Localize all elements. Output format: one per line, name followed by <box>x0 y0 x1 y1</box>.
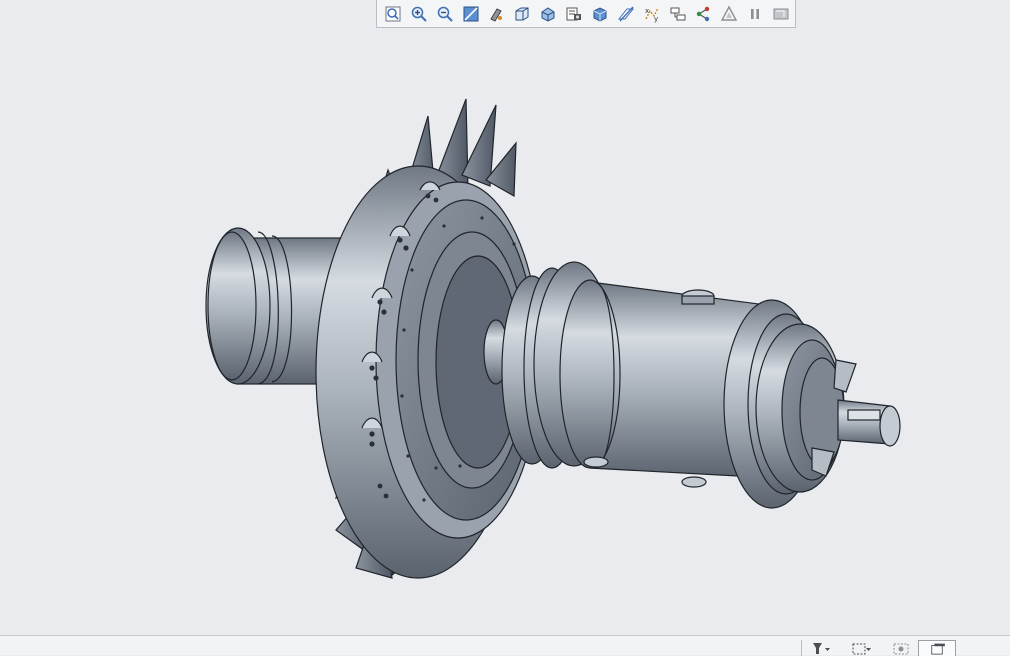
appearance-button[interactable] <box>717 3 741 25</box>
tree-connect-button[interactable] <box>692 3 716 25</box>
zoom-in-button[interactable] <box>407 3 431 25</box>
graphics-toolbar: xy <box>376 0 796 28</box>
annotation-display-icon: xy <box>645 7 659 23</box>
display-style-icon <box>490 7 503 22</box>
pause-button[interactable] <box>743 3 767 25</box>
smart-select-icon <box>893 643 909 655</box>
hide-toolbar-button[interactable] <box>769 3 793 25</box>
filter-dropdown-button[interactable] <box>810 640 832 656</box>
hide-toolbar-icon <box>773 8 789 19</box>
standard-orientation-button[interactable] <box>510 3 534 25</box>
refit-view-button[interactable] <box>381 3 405 25</box>
annotation-display-button[interactable]: xy <box>640 3 664 25</box>
svg-text:y: y <box>654 15 658 23</box>
datum-display-button[interactable] <box>614 3 638 25</box>
standard-orientation-icon <box>515 7 529 20</box>
graphics-viewport[interactable] <box>0 29 1010 635</box>
section-view-icon <box>593 6 607 22</box>
smart-select-button[interactable] <box>890 640 912 656</box>
appearance-icon <box>721 5 738 21</box>
display-style-button[interactable] <box>485 3 509 25</box>
view-manager-icon <box>566 7 582 20</box>
section-view-button[interactable] <box>588 3 612 25</box>
status-bar <box>0 635 1010 656</box>
saved-views-icon <box>541 6 555 22</box>
svg-text:x: x <box>645 7 649 15</box>
zoom-out-icon <box>437 6 453 22</box>
refit-view-icon <box>385 6 401 21</box>
status-divider <box>801 640 802 656</box>
zoom-in-icon <box>411 6 427 22</box>
repaint-icon <box>463 6 479 21</box>
spin-center-button[interactable] <box>666 3 690 25</box>
output-shaft[interactable] <box>837 399 901 447</box>
graphics-window-icon <box>931 643 945 655</box>
view-manager-button[interactable] <box>562 3 586 25</box>
saved-views-button[interactable] <box>536 3 560 25</box>
selection-box-icon <box>852 643 871 655</box>
repaint-button[interactable] <box>459 3 483 25</box>
selection-box-button[interactable] <box>850 640 872 656</box>
rotor-shaft-model[interactable] <box>0 29 1010 635</box>
tree-connect-icon <box>697 6 710 21</box>
filter-dropdown-icon <box>813 643 830 654</box>
spin-center-icon <box>670 7 686 20</box>
zoom-out-button[interactable] <box>433 3 457 25</box>
end-flange[interactable] <box>723 299 857 509</box>
datum-display-icon <box>617 6 634 21</box>
pause-icon <box>751 8 760 19</box>
graphics-window-button[interactable] <box>918 640 956 656</box>
